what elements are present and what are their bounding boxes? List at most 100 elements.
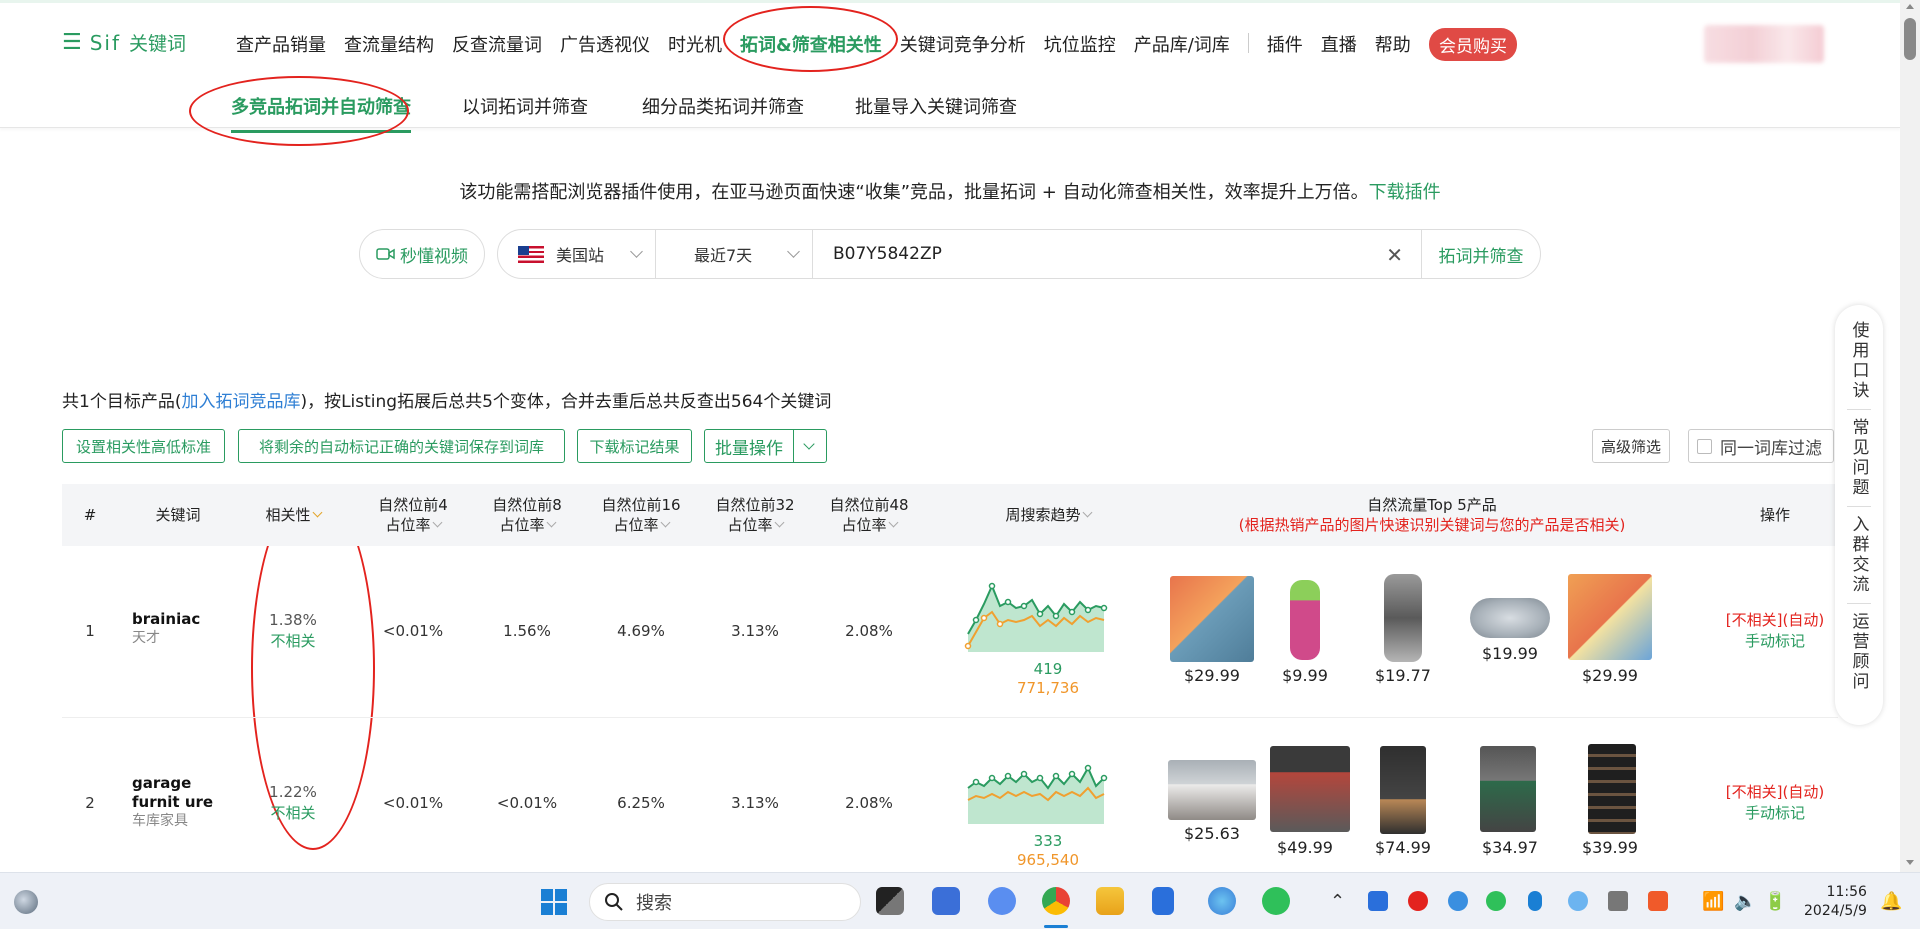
- taskbar-search[interactable]: 搜索: [589, 883, 861, 921]
- product-image[interactable]: [1290, 580, 1320, 660]
- set-relevance-standard-button[interactable]: 设置相关性高低标准: [62, 429, 225, 463]
- batch-operations-button[interactable]: 批量操作: [704, 429, 827, 463]
- same-library-filter-checkbox[interactable]: 同一词库过滤: [1688, 429, 1834, 463]
- keyword-cell[interactable]: brainiac 天才: [132, 610, 242, 648]
- tray-app-icon[interactable]: [1486, 891, 1506, 911]
- product-image[interactable]: [1480, 746, 1536, 832]
- nav-item-keyword-competition[interactable]: 关键词竞争分析: [900, 31, 1026, 57]
- app-icon[interactable]: [1208, 887, 1236, 915]
- video-button[interactable]: 秒懂视频: [359, 229, 485, 279]
- nav-item-position-monitor[interactable]: 坑位监控: [1044, 31, 1116, 57]
- battery-icon[interactable]: 🔋: [1764, 891, 1786, 912]
- logo[interactable]: ☰ Sif 关键词: [62, 29, 186, 56]
- user-avatar[interactable]: [1704, 25, 1824, 63]
- header-top48[interactable]: 自然位前48 占位率: [814, 484, 924, 546]
- tray-app-icon[interactable]: [1648, 891, 1668, 911]
- product-image[interactable]: [1384, 574, 1422, 662]
- join-group-link[interactable]: 入群交流: [1847, 509, 1872, 601]
- weekly-trend-sparkline[interactable]: [962, 576, 1122, 656]
- sort-icon[interactable]: [312, 507, 322, 518]
- product-image[interactable]: [1588, 744, 1636, 834]
- sort-icon[interactable]: [546, 517, 556, 528]
- sort-icon[interactable]: [660, 517, 670, 528]
- days-select[interactable]: 最近7天: [656, 230, 813, 278]
- sort-icon[interactable]: [432, 517, 442, 528]
- nav-item-live[interactable]: 直播: [1321, 31, 1357, 57]
- sort-icon[interactable]: [774, 517, 784, 528]
- vip-purchase-button[interactable]: 会员购买: [1429, 28, 1517, 61]
- wifi-icon[interactable]: 📶: [1702, 891, 1724, 912]
- wechat-icon[interactable]: [1262, 887, 1290, 915]
- volume-icon[interactable]: 🔈: [1734, 891, 1756, 912]
- checkbox[interactable]: [1697, 438, 1712, 454]
- tab-batch-import[interactable]: 批量导入关键词筛查: [855, 93, 1017, 119]
- file-explorer-icon[interactable]: [1096, 887, 1124, 915]
- download-plugin-link[interactable]: 下载插件: [1369, 182, 1441, 203]
- page-scrollbar[interactable]: [1900, 0, 1920, 872]
- tray-expand-icon[interactable]: ⌃: [1330, 891, 1345, 912]
- site-select[interactable]: 美国站: [498, 230, 656, 278]
- faq-link[interactable]: 常见问题: [1847, 412, 1872, 504]
- keyword-cell[interactable]: garage furnit ure 车库家具: [132, 774, 240, 831]
- sort-icon[interactable]: [1082, 507, 1092, 518]
- chrome-icon[interactable]: [1042, 887, 1070, 915]
- download-results-button[interactable]: 下载标记结果: [577, 429, 692, 463]
- notification-bell-icon[interactable]: 🔔: [1880, 891, 1902, 912]
- product-image[interactable]: [1380, 746, 1426, 834]
- manual-mark-button[interactable]: 手动标记: [1712, 803, 1838, 824]
- usage-tips-link[interactable]: 使用口诀: [1847, 315, 1872, 407]
- advanced-filter-button[interactable]: 高级筛选: [1592, 429, 1670, 463]
- app-icon[interactable]: [988, 887, 1016, 915]
- input-method-icon[interactable]: [1608, 891, 1628, 911]
- scroll-down-icon[interactable]: [1906, 860, 1914, 865]
- chevron-down-icon[interactable]: [794, 430, 826, 462]
- auto-irrelevant-label[interactable]: [不相关](自动): [1712, 782, 1838, 803]
- auto-irrelevant-label[interactable]: [不相关](自动): [1712, 610, 1838, 631]
- scroll-up-icon[interactable]: [1906, 4, 1914, 9]
- asin-input[interactable]: B07Y5842ZP ✕: [813, 230, 1422, 278]
- manual-mark-button[interactable]: 手动标记: [1712, 631, 1838, 652]
- clear-icon[interactable]: ✕: [1386, 243, 1403, 267]
- windows-start-icon[interactable]: [540, 888, 568, 916]
- product-image[interactable]: [1470, 598, 1550, 638]
- product-image[interactable]: [1568, 574, 1652, 660]
- nav-item-traffic-structure[interactable]: 查流量结构: [344, 31, 434, 57]
- tray-app-icon[interactable]: [1568, 891, 1588, 911]
- add-to-library-link[interactable]: 加入拓词竞品库: [181, 392, 300, 412]
- tab-multi-competitor[interactable]: 多竞品拓词并自动筛查: [231, 93, 411, 133]
- system-clock[interactable]: 11:56 2024/5/9: [1804, 883, 1867, 921]
- save-to-library-button[interactable]: 将剩余的自动标记正确的关键词保存到词库: [238, 429, 565, 463]
- header-top4[interactable]: 自然位前4 占位率: [358, 484, 468, 546]
- product-image[interactable]: [1168, 760, 1256, 820]
- header-top16[interactable]: 自然位前16 占位率: [586, 484, 696, 546]
- product-image[interactable]: [1270, 746, 1350, 832]
- expand-filter-button[interactable]: 拓词并筛查: [1422, 242, 1540, 267]
- scrollbar-thumb[interactable]: [1904, 18, 1916, 60]
- tab-word-expand[interactable]: 以词拓词并筛查: [462, 93, 588, 119]
- nav-item-help[interactable]: 帮助: [1375, 31, 1411, 57]
- header-top8[interactable]: 自然位前8 占位率: [472, 484, 582, 546]
- nav-item-product-library[interactable]: 产品库/词库: [1134, 31, 1230, 57]
- task-view-icon[interactable]: [876, 887, 904, 915]
- app-icon[interactable]: [932, 887, 960, 915]
- bluetooth-icon[interactable]: [1528, 891, 1542, 911]
- sort-icon[interactable]: [888, 517, 898, 528]
- nav-item-plugin[interactable]: 插件: [1267, 31, 1303, 57]
- nav-item-time-machine[interactable]: 时光机: [668, 31, 722, 57]
- header-relevance[interactable]: 相关性: [238, 484, 348, 546]
- security-icon[interactable]: [1368, 891, 1388, 911]
- notepad-icon[interactable]: [1152, 887, 1174, 915]
- consultant-link[interactable]: 运营顾问: [1847, 606, 1872, 698]
- header-weekly-trend[interactable]: 周搜索趋势: [980, 484, 1116, 546]
- nav-item-keyword-expand[interactable]: 拓词&筛查相关性: [740, 31, 882, 57]
- widgets-icon[interactable]: [14, 890, 38, 914]
- nav-item-ads[interactable]: 广告透视仪: [560, 31, 650, 57]
- nav-item-reverse-keywords[interactable]: 反查流量词: [452, 31, 542, 57]
- product-image[interactable]: [1170, 576, 1254, 662]
- nav-item-sales[interactable]: 查产品销量: [236, 31, 326, 57]
- tab-category-expand[interactable]: 细分品类拓词并筛查: [642, 93, 804, 119]
- weekly-trend-sparkline[interactable]: [962, 748, 1122, 828]
- tray-app-icon[interactable]: [1448, 891, 1468, 911]
- header-top32[interactable]: 自然位前32 占位率: [700, 484, 810, 546]
- tray-app-icon[interactable]: [1408, 891, 1428, 911]
